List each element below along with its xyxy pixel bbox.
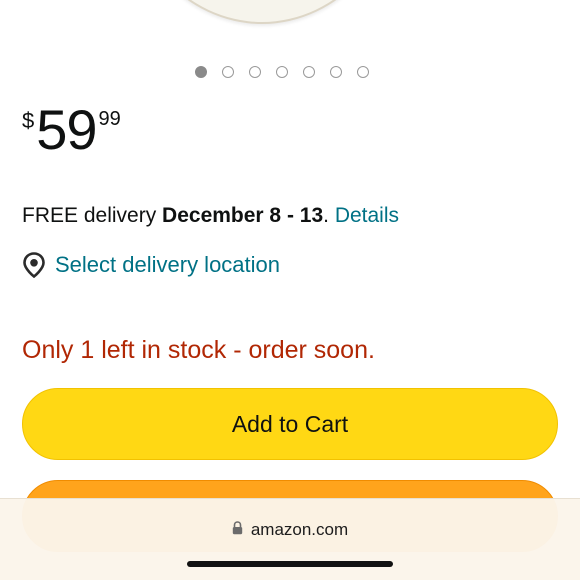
image-carousel-dots (195, 66, 369, 78)
stock-warning: Only 1 left in stock - order soon. (22, 336, 375, 364)
add-to-cart-label: Add to Cart (231, 410, 349, 437)
add-to-cart-button[interactable]: Add to Cart (22, 388, 558, 460)
price-fraction: 99 (98, 108, 121, 130)
select-delivery-location[interactable]: Select delivery location (22, 252, 280, 278)
carousel-dot-2[interactable] (222, 66, 234, 78)
delivery-prefix: FREE delivery (22, 204, 163, 227)
carousel-dot-7[interactable] (357, 66, 369, 78)
delivery-details-link[interactable]: Details (335, 204, 399, 227)
delivery-suffix: . (323, 204, 335, 227)
delivery-info: FREE delivery December 8 - 13. Details (22, 204, 399, 228)
lock-icon (232, 520, 243, 540)
carousel-dot-1[interactable] (195, 66, 207, 78)
url-text: amazon.com (250, 520, 349, 539)
carousel-dot-5[interactable] (303, 66, 315, 78)
location-label: Select delivery location (55, 252, 281, 277)
carousel-dot-4[interactable] (276, 66, 288, 78)
location-pin-icon (22, 252, 46, 278)
delivery-dates: December 8 - 13 (162, 204, 324, 227)
product-page: $ 59 99 FREE delivery December 8 - 13. D… (0, 0, 580, 580)
price-whole: 59 (36, 98, 97, 161)
product-image[interactable] (120, 0, 404, 24)
address-bar[interactable]: amazon.com (0, 520, 580, 540)
price-currency-symbol: $ (22, 108, 35, 133)
price: $ 59 99 (22, 100, 121, 160)
home-indicator[interactable] (187, 561, 393, 567)
carousel-dot-3[interactable] (249, 66, 261, 78)
carousel-dot-6[interactable] (330, 66, 342, 78)
